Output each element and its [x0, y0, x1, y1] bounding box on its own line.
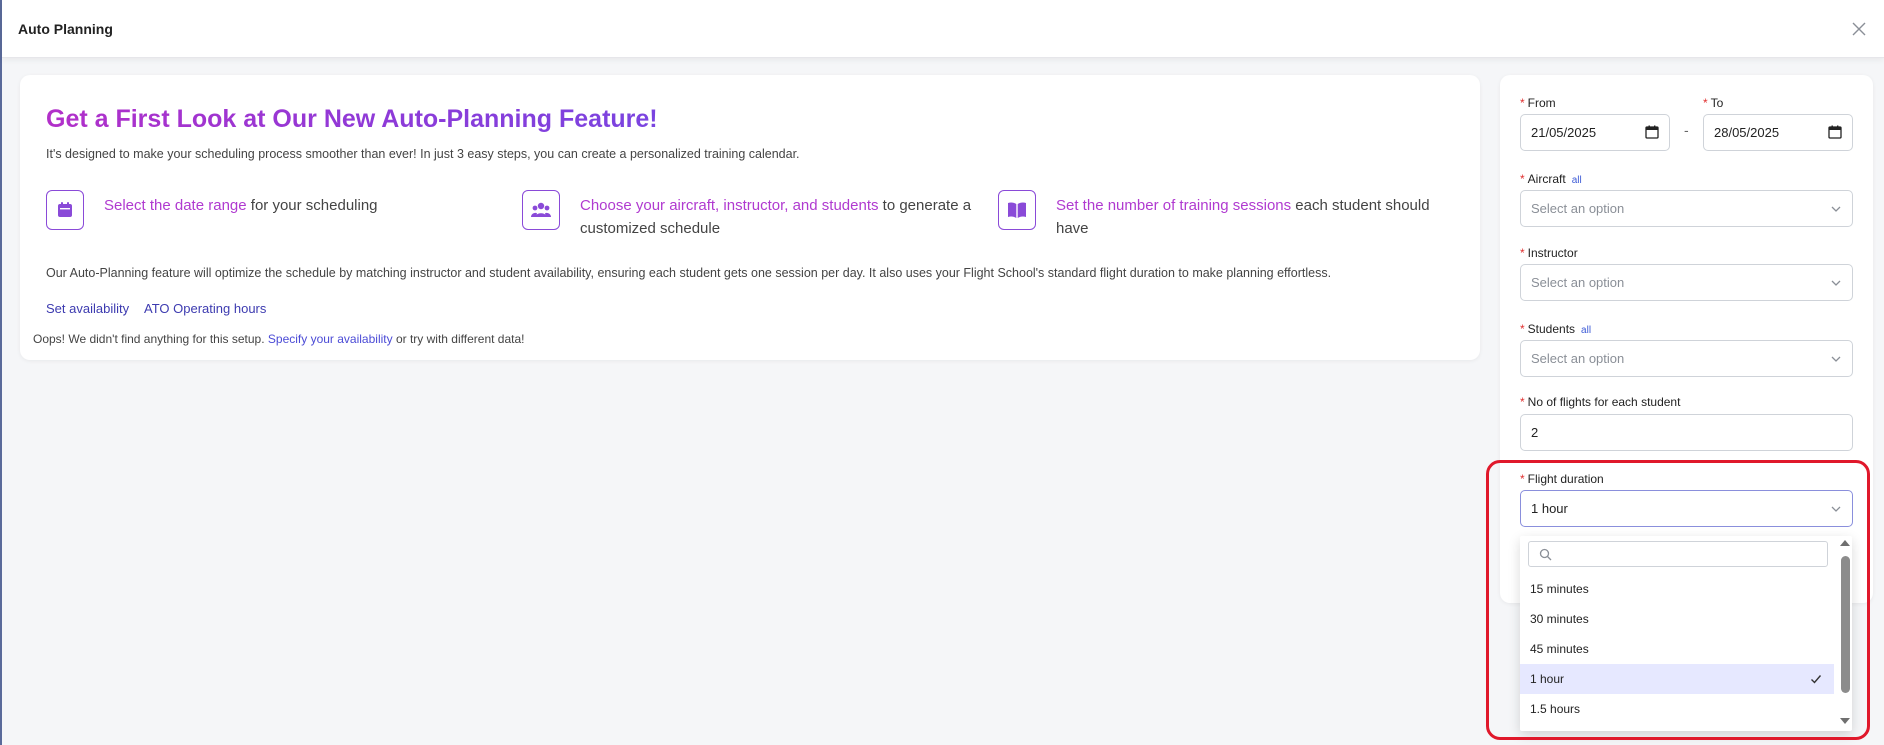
step-date-range: Select the date range for your schedulin… — [46, 190, 378, 230]
chevron-down-icon — [1831, 506, 1841, 512]
dropdown-option-45-minutes[interactable]: 45 minutes — [1520, 634, 1834, 664]
chevron-down-icon — [1831, 356, 1841, 362]
instructor-placeholder: Select an option — [1531, 275, 1625, 290]
flight-duration-label-text: Flight duration — [1527, 472, 1604, 486]
step-highlight: Set the number of training sessions — [1056, 197, 1292, 214]
from-date-value: 21/05/2025 — [1531, 125, 1597, 140]
search-icon — [1539, 548, 1552, 561]
users-icon — [531, 202, 551, 217]
step-rest: to generate a — [878, 197, 972, 214]
option-label: 15 minutes — [1530, 582, 1589, 596]
chevron-down-icon — [1831, 280, 1841, 286]
students-label: * Students all — [1520, 322, 1591, 336]
required-mark: * — [1520, 246, 1525, 260]
date-range-separator: - — [1684, 122, 1689, 138]
instructor-label-text: Instructor — [1527, 246, 1578, 260]
feature-summary: Our Auto-Planning feature will optimize … — [46, 266, 1332, 280]
step-rest-line2: customized schedule — [580, 220, 721, 237]
scroll-up-arrow-icon[interactable] — [1840, 539, 1850, 547]
calendar-icon[interactable] — [1645, 125, 1659, 139]
required-mark: * — [1520, 322, 1525, 336]
students-placeholder: Select an option — [1531, 351, 1625, 366]
to-label: * To — [1703, 96, 1723, 110]
to-label-text: To — [1710, 96, 1724, 110]
option-label: 30 minutes — [1530, 612, 1589, 626]
aircraft-label: * Aircraft all — [1520, 172, 1582, 186]
students-select[interactable]: Select an option — [1520, 340, 1853, 377]
specify-availability-link[interactable]: Specify your availability — [268, 332, 393, 346]
step-icon-box — [46, 190, 84, 230]
flights-label-text: No of flights for each student — [1527, 395, 1681, 409]
empty-result-message: Oops! We didn't find anything for this s… — [33, 332, 524, 346]
required-mark: * — [1703, 96, 1708, 110]
required-mark: * — [1520, 96, 1525, 110]
scroll-down-arrow-icon[interactable] — [1840, 717, 1850, 725]
aircraft-label-text: Aircraft — [1527, 172, 1566, 186]
close-icon — [1852, 22, 1866, 36]
step-training-sessions: Set the number of training sessions each… — [998, 190, 1430, 240]
option-label: 45 minutes — [1530, 642, 1589, 656]
flights-per-student-value: 2 — [1531, 425, 1539, 440]
required-mark: * — [1520, 395, 1525, 409]
instructor-select[interactable]: Select an option — [1520, 264, 1853, 301]
step-highlight: Choose your aircraft, instructor, and st… — [580, 197, 879, 214]
step-rest: each student should — [1291, 197, 1430, 214]
dropdown-option-30-minutes[interactable]: 30 minutes — [1520, 604, 1834, 634]
step-rest-line2: have — [1056, 220, 1089, 237]
modal-header: Auto Planning — [2, 0, 1884, 58]
dropdown-search-input[interactable] — [1528, 541, 1828, 567]
from-label-text: From — [1527, 96, 1556, 110]
feature-intro: It's designed to make your scheduling pr… — [46, 147, 800, 161]
calendar-icon[interactable] — [1828, 125, 1842, 139]
step-rest: for your scheduling — [246, 197, 378, 214]
book-icon — [1008, 202, 1026, 218]
option-label: 1 hour — [1530, 672, 1565, 686]
from-date-input[interactable]: 21/05/2025 — [1520, 114, 1670, 151]
from-label: * From — [1520, 96, 1556, 110]
modal-title: Auto Planning — [18, 20, 113, 37]
step-text: Select the date range for your schedulin… — [104, 194, 378, 217]
flight-duration-value: 1 hour — [1531, 501, 1568, 516]
empty-result-prefix: Oops! We didn't find anything for this s… — [33, 332, 265, 346]
option-label: 1.5 hours — [1530, 702, 1581, 716]
dropdown-scrollbar[interactable] — [1838, 536, 1852, 731]
empty-result-suffix: or try with different data! — [395, 332, 525, 346]
info-links: Set availability ATO Operating hours — [46, 301, 278, 316]
feature-headline: Get a First Look at Our New Auto-Plannin… — [46, 105, 658, 133]
students-label-text: Students — [1527, 322, 1576, 336]
to-date-input[interactable]: 28/05/2025 — [1703, 114, 1853, 151]
required-mark: * — [1520, 472, 1525, 486]
set-availability-link[interactable]: Set availability — [46, 301, 129, 316]
flights-per-student-input[interactable]: 2 — [1520, 414, 1853, 451]
info-card: Get a First Look at Our New Auto-Plannin… — [20, 75, 1480, 360]
to-date-value: 28/05/2025 — [1714, 125, 1780, 140]
dropdown-option-1-5-hours[interactable]: 1.5 hours — [1520, 694, 1834, 724]
scrollbar-thumb[interactable] — [1841, 556, 1850, 693]
calendar-icon — [58, 202, 72, 217]
required-mark: * — [1520, 172, 1525, 186]
flights-label: * No of flights for each student — [1520, 395, 1680, 409]
flight-duration-dropdown: 15 minutes 30 minutes 45 minutes 1 hour … — [1520, 536, 1852, 731]
dropdown-option-1-hour[interactable]: 1 hour — [1520, 664, 1834, 694]
aircraft-placeholder: Select an option — [1531, 201, 1625, 216]
step-text: Set the number of training sessions each… — [1056, 194, 1430, 240]
students-all-toggle[interactable]: all — [1581, 325, 1591, 336]
step-highlight: Select the date range — [104, 197, 247, 214]
step-icon-box — [522, 190, 560, 230]
flight-duration-label: * Flight duration — [1520, 472, 1604, 486]
instructor-label: * Instructor — [1520, 246, 1578, 260]
aircraft-select[interactable]: Select an option — [1520, 190, 1853, 227]
dropdown-option-15-minutes[interactable]: 15 minutes — [1520, 574, 1834, 604]
aircraft-all-toggle[interactable]: all — [1572, 175, 1582, 186]
step-aircraft-instructor-students: Choose your aircraft, instructor, and st… — [522, 190, 971, 240]
ato-operating-hours-link[interactable]: ATO Operating hours — [144, 301, 266, 316]
check-icon — [1811, 675, 1822, 684]
step-text: Choose your aircraft, instructor, and st… — [580, 194, 971, 240]
flight-duration-select[interactable]: 1 hour — [1520, 490, 1853, 527]
close-button[interactable] — [1848, 18, 1870, 40]
chevron-down-icon — [1831, 206, 1841, 212]
step-icon-box — [998, 190, 1036, 230]
